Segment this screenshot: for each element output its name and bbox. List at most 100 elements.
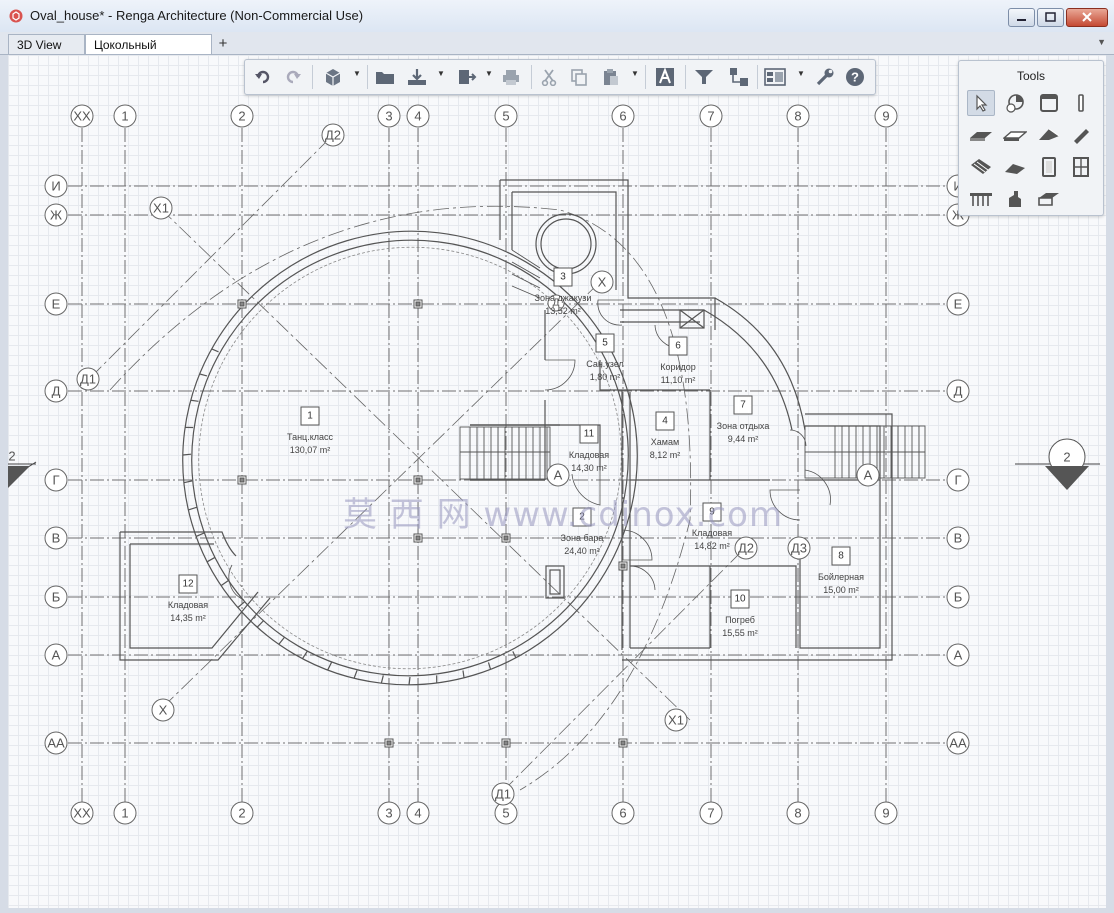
ramp-icon (1005, 164, 1025, 174)
axis-marker-col-4-bottom: 4 (406, 801, 430, 825)
svg-text:Б: Б (954, 590, 963, 605)
axis-marker-row-Ж-left: Ж (44, 203, 68, 227)
svg-text:Г: Г (52, 473, 59, 488)
svg-text:А: А (954, 648, 963, 663)
svg-text:2: 2 (1063, 450, 1070, 465)
structural-column-core (239, 301, 245, 307)
import-dropdown-caret[interactable]: ▼ (437, 69, 445, 78)
axis-tool[interactable] (1001, 90, 1029, 116)
svg-text:X: X (159, 703, 168, 718)
slab-tool[interactable] (967, 122, 995, 148)
room-name: Кладовая (569, 450, 609, 460)
tab-list-button[interactable]: ▼ (1097, 37, 1106, 47)
floor-tool[interactable] (1001, 122, 1029, 148)
opening-tool[interactable] (1035, 186, 1063, 212)
roof-tool[interactable] (1035, 122, 1063, 148)
svg-text:X1: X1 (668, 713, 684, 728)
open-folder-icon (376, 72, 394, 84)
export-dropdown-caret[interactable]: ▼ (485, 69, 493, 78)
select-tool[interactable] (967, 90, 995, 116)
svg-text:XX: XX (73, 806, 91, 821)
room-area: 24,40 m² (564, 546, 600, 556)
svg-text:Д1: Д1 (495, 787, 511, 802)
wall-segment-joint (182, 453, 192, 456)
equipment-tool[interactable] (1001, 186, 1029, 212)
tab-label: 3D View (17, 38, 62, 52)
beam-icon (1074, 129, 1089, 144)
undo-button[interactable] (251, 65, 275, 89)
structure-button[interactable] (727, 65, 751, 89)
minimize-button[interactable] (1008, 8, 1035, 27)
railing-tool[interactable] (967, 186, 995, 212)
export-button[interactable] (455, 65, 479, 89)
import-button[interactable] (405, 65, 429, 89)
structural-column-core (386, 740, 392, 746)
maximize-button[interactable] (1037, 8, 1064, 27)
room-label-4[interactable]: 4 Хамам 8,12 m² (650, 411, 681, 460)
svg-text:3: 3 (385, 806, 392, 821)
layers-button[interactable] (763, 65, 787, 89)
axis-marker-row-Д-left: Д (44, 379, 68, 403)
tab-basement-floor[interactable]: Цокольный этаж✕ (85, 34, 212, 72)
floor-plan-canvas[interactable]: XXXX112233445566778899ИИЖЖЕЕДДГГВВББАААА… (8, 55, 1106, 908)
svg-text:Д2: Д2 (325, 128, 341, 143)
structural-column-core (503, 740, 509, 746)
room-area: 15,00 m² (823, 585, 859, 595)
stair-tool[interactable] (967, 154, 995, 180)
view-dropdown-caret[interactable]: ▼ (353, 69, 361, 78)
minimize-icon (1017, 19, 1026, 21)
svg-text:2: 2 (8, 449, 15, 464)
wall-segment-joint (199, 373, 208, 377)
settings-button[interactable] (813, 65, 837, 89)
room-label-7[interactable]: 7 Зона отдыха 9,44 m² (717, 395, 770, 444)
tab-3d-view[interactable]: 3D View (8, 34, 85, 54)
print-button[interactable] (499, 65, 523, 89)
close-window-button[interactable] (1066, 8, 1108, 27)
svg-text:8: 8 (794, 109, 801, 124)
room-label-1[interactable]: 1 Танц.класс 130,07 m² (287, 406, 334, 455)
svg-text:2: 2 (238, 109, 245, 124)
axis-marker-row-И-left: И (44, 174, 68, 198)
window-tool[interactable] (1067, 154, 1095, 180)
redo-button[interactable] (281, 65, 305, 89)
axis-marker-col-5-bottom: 5 (494, 801, 518, 825)
svg-text:4: 4 (414, 806, 421, 821)
wall-tool[interactable] (1035, 90, 1063, 116)
room-area: 14,82 m² (694, 541, 730, 551)
floor-plan-drawing: XXXX112233445566778899ИИЖЖЕЕДДГГВВББАААА… (8, 104, 1100, 825)
room-number: 4 (662, 416, 668, 427)
svg-text:9: 9 (882, 806, 889, 821)
room-label-12[interactable]: 12 Кладовая 14,35 m² (168, 574, 208, 623)
ramp-tool[interactable] (1001, 154, 1029, 180)
open-button[interactable] (373, 65, 397, 89)
paste-dropdown-caret[interactable]: ▼ (631, 69, 639, 78)
new-tab-button[interactable]: + (213, 35, 233, 53)
cut-icon (541, 69, 557, 86)
view-cube-button[interactable] (321, 65, 345, 89)
filter-button[interactable] (692, 65, 716, 89)
room-label-11[interactable]: 11 Кладовая 14,30 m² (569, 424, 609, 473)
room-area: 14,35 m² (170, 613, 206, 623)
beam-tool[interactable] (1067, 122, 1095, 148)
axis-marker-row-Г-right: Г (946, 468, 970, 492)
structural-column-core (620, 563, 626, 569)
slab-icon (970, 132, 992, 141)
svg-text:1: 1 (121, 806, 128, 821)
column-tool[interactable] (1067, 90, 1095, 116)
svg-text:X1: X1 (153, 201, 169, 216)
layers-dropdown-caret[interactable]: ▼ (797, 69, 805, 78)
room-label-8[interactable]: 8 Бойлерная 15,00 m² (818, 546, 864, 595)
room-number: 12 (182, 579, 194, 590)
svg-text:3: 3 (385, 109, 392, 124)
svg-text:Д3: Д3 (791, 541, 807, 556)
help-button[interactable]: ? (843, 65, 867, 89)
wall-segment-joint (278, 637, 285, 645)
svg-text:7: 7 (707, 806, 714, 821)
cut-button[interactable] (537, 65, 561, 89)
wall-segment-joint (211, 348, 219, 353)
copy-button[interactable] (567, 65, 591, 89)
room-number: 1 (307, 411, 313, 422)
paste-button[interactable] (599, 65, 623, 89)
text-style-button[interactable] (653, 65, 677, 89)
door-tool[interactable] (1035, 154, 1063, 180)
